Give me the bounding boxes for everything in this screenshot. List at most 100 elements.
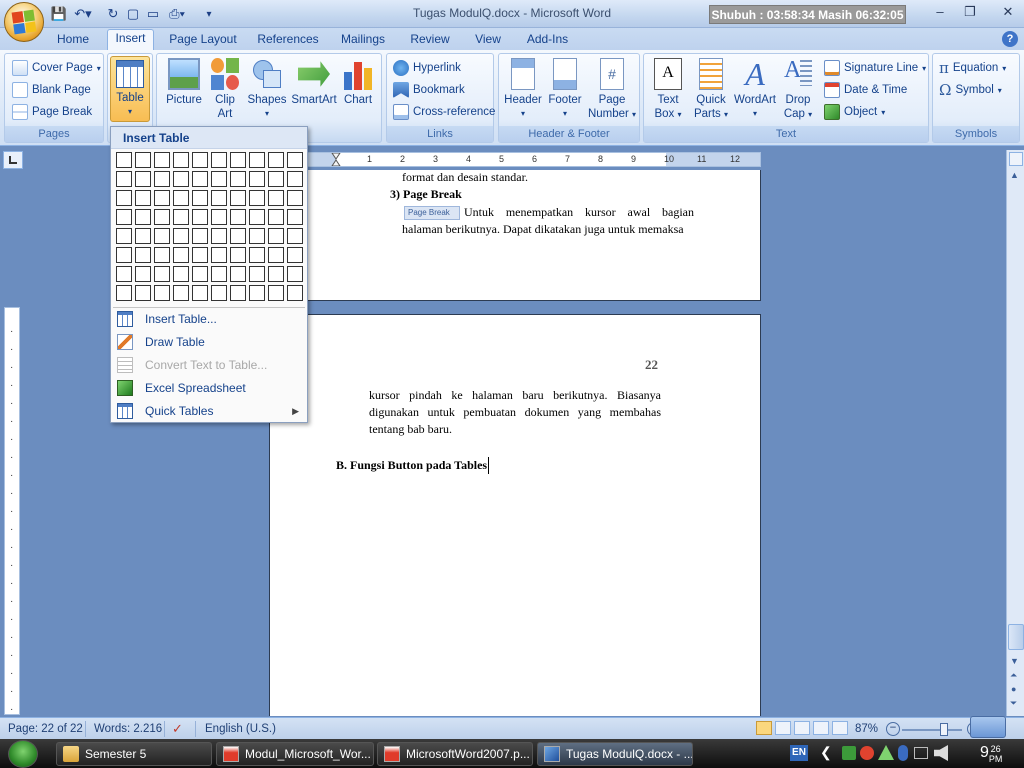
table-grid-cell[interactable] [116,152,132,168]
tab-page-layout[interactable]: Page Layout [165,31,241,50]
table-grid-cell[interactable] [211,190,227,206]
minimize-icon[interactable]: – [928,3,952,21]
table-grid-cell[interactable] [211,266,227,282]
table-grid-cell[interactable] [116,228,132,244]
table-grid-cell[interactable] [192,228,208,244]
table-size-grid[interactable] [116,152,303,301]
tab-view[interactable]: View [467,31,509,50]
table-grid-cell[interactable] [135,209,151,225]
table-grid-cell[interactable] [249,152,265,168]
table-grid-cell[interactable] [154,209,170,225]
table-grid-cell[interactable] [249,209,265,225]
help-icon[interactable]: ? [1002,31,1018,47]
table-grid-cell[interactable] [154,228,170,244]
header-button[interactable]: Header ▾ [501,58,545,126]
table-grid-cell[interactable] [116,285,132,301]
table-grid-cell[interactable] [173,228,189,244]
table-grid-cell[interactable] [211,152,227,168]
table-grid-cell[interactable] [192,190,208,206]
page-count[interactable]: Page: 22 of 22 [8,721,83,737]
tab-references[interactable]: References [252,31,324,50]
table-grid-cell[interactable] [135,285,151,301]
table-grid-cell[interactable] [154,190,170,206]
zoom-level[interactable]: 87% [855,721,878,737]
table-grid-cell[interactable] [230,209,246,225]
table-grid-cell[interactable] [154,247,170,263]
proofing-icon[interactable]: ✓ [172,721,188,737]
symbol-button[interactable]: Ω Symbol ▾ [939,80,1002,100]
table-grid-cell[interactable] [192,209,208,225]
object-button[interactable]: Object ▾ [824,102,885,122]
zoom-slider[interactable] [902,729,962,731]
document-page-2[interactable]: 22 kursor pindah ke halaman baru berikut… [269,314,761,716]
antivirus-icon[interactable] [860,746,874,760]
scroll-down-icon[interactable]: ▼ [1010,656,1019,666]
hyperlink-button[interactable]: Hyperlink [393,58,461,78]
table-grid-cell[interactable] [287,266,303,282]
word-count[interactable]: Words: 2.216 [94,721,162,737]
table-grid-cell[interactable] [287,209,303,225]
outline-icon[interactable] [813,721,829,735]
select-browse-object-icon[interactable]: ● [1011,684,1016,694]
language-indicator[interactable]: English (U.S.) [205,721,276,737]
table-grid-cell[interactable] [249,228,265,244]
table-grid-cell[interactable] [192,285,208,301]
table-grid-cell[interactable] [287,228,303,244]
table-grid-cell[interactable] [249,285,265,301]
wordart-button[interactable]: A WordArt ▾ [732,58,778,126]
table-grid-cell[interactable] [135,190,151,206]
bookmark-button[interactable]: Bookmark [393,80,465,100]
table-grid-cell[interactable] [211,228,227,244]
table-grid-cell[interactable] [135,228,151,244]
table-grid-cell[interactable] [268,266,284,282]
table-grid-cell[interactable] [230,152,246,168]
table-grid-cell[interactable] [192,266,208,282]
table-grid-cell[interactable] [287,285,303,301]
horizontal-ruler[interactable]: 1 2 3 4 5 6 7 8 9 10 11 12 [269,152,761,167]
bluetooth-icon[interactable] [898,745,908,761]
table-grid-cell[interactable] [249,171,265,187]
tab-add-ins[interactable]: Add-Ins [520,31,575,50]
popup-arrow-icon[interactable] [970,716,1006,738]
web-layout-icon[interactable] [794,721,810,735]
picture-button[interactable]: Picture [163,58,205,126]
table-grid-cell[interactable] [173,209,189,225]
table-grid-cell[interactable] [211,209,227,225]
table-grid-cell[interactable] [116,190,132,206]
table-grid-cell[interactable] [135,171,151,187]
tab-review[interactable]: Review [405,31,455,50]
taskbar-item-semester-5[interactable]: Semester 5 [56,742,212,766]
tab-selector[interactable] [3,151,23,169]
vertical-scrollbar[interactable]: ▲ ▼ ⏶ ● ⏷ [1006,150,1024,716]
date-time-button[interactable]: Date & Time [824,80,907,100]
page-number-button[interactable]: # Page Number ▾ [587,58,637,126]
table-grid-cell[interactable] [211,171,227,187]
quick-tables-item[interactable]: Quick Tables ▶ [111,400,307,422]
drop-cap-button[interactable]: A Drop Cap ▾ [780,58,816,126]
volume-icon[interactable] [934,745,948,761]
table-grid-cell[interactable] [135,266,151,282]
network-icon[interactable] [914,747,928,759]
table-grid-cell[interactable] [230,171,246,187]
table-grid-cell[interactable] [211,285,227,301]
quick-parts-button[interactable]: Quick Parts ▾ [690,58,732,126]
table-grid-cell[interactable] [249,266,265,282]
table-grid-cell[interactable] [154,285,170,301]
blank-page-button[interactable]: Blank Page [12,80,91,100]
tray-expand-icon[interactable]: ❮ [820,744,832,761]
table-grid-cell[interactable] [249,247,265,263]
excel-spreadsheet-item[interactable]: Excel Spreadsheet [111,377,307,399]
view-ruler-icon[interactable] [1009,152,1023,166]
table-grid-cell[interactable] [173,247,189,263]
text-box-button[interactable]: A Text Box ▾ [648,58,688,126]
clock[interactable]: 9 26 PM [980,741,1002,765]
cover-page-button[interactable]: Cover Page ▾ [12,58,101,78]
table-grid-cell[interactable] [230,228,246,244]
next-page-icon[interactable]: ⏷ [1010,698,1017,709]
restore-icon[interactable]: ❐ [958,3,982,21]
signature-line-button[interactable]: Signature Line ▾ [824,58,926,78]
language-bar[interactable]: EN [790,745,808,761]
office-button[interactable] [4,2,44,42]
table-grid-cell[interactable] [173,285,189,301]
scroll-up-icon[interactable]: ▲ [1010,170,1019,180]
